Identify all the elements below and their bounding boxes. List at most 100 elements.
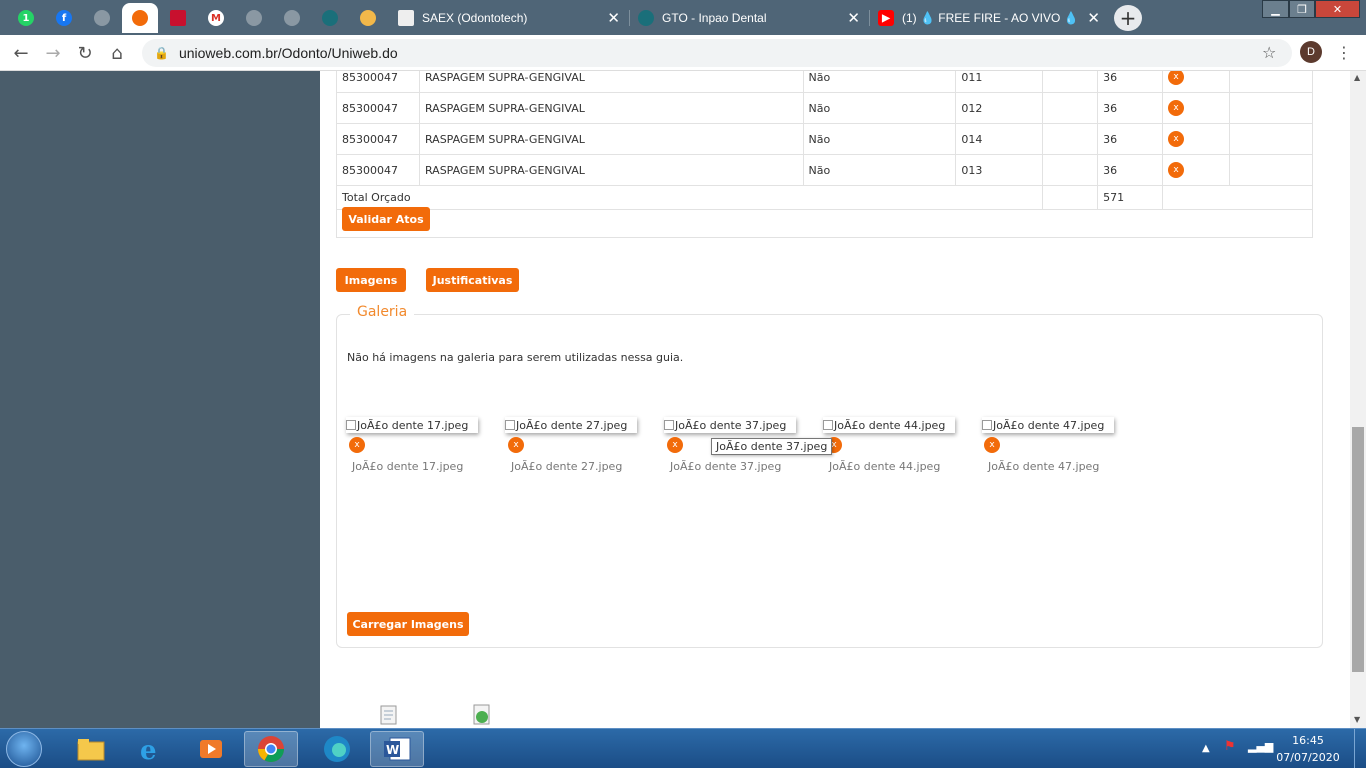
page-scrollbar[interactable]: ▲ ▼ bbox=[1350, 71, 1366, 728]
procedure-code: 85300047 bbox=[336, 123, 420, 155]
procedure-empty-cell bbox=[1229, 123, 1313, 155]
gallery-empty-message: Não há imagens na galeria para serem uti… bbox=[347, 351, 684, 364]
svg-text:e: e bbox=[140, 736, 157, 764]
tab-facebook[interactable]: f bbox=[46, 3, 82, 33]
tab-saex[interactable]: SAEX (Odontotech) ✕ bbox=[390, 3, 628, 33]
remove-procedure-button[interactable]: x bbox=[1168, 131, 1185, 147]
tab-youtube[interactable]: ▶ (1) 💧 FREE FIRE - AO VIVO 💧 BA ✕ bbox=[870, 3, 1108, 33]
scrollbar-thumb[interactable] bbox=[1352, 427, 1364, 672]
gallery-image[interactable]: JoÃ£o dente 44.jpeg bbox=[823, 417, 955, 433]
gallery-image[interactable]: JoÃ£o dente 17.jpeg bbox=[346, 417, 478, 433]
close-window-button[interactable]: ✕ bbox=[1315, 0, 1360, 18]
clock-date[interactable]: 07/07/2020 bbox=[1276, 751, 1340, 764]
remove-image-button[interactable]: x bbox=[667, 437, 683, 453]
scroll-down-arrow-icon[interactable]: ▼ bbox=[1354, 715, 1360, 724]
broken-image-icon bbox=[505, 420, 515, 430]
bookmark-star-icon[interactable]: ☆ bbox=[1262, 43, 1276, 62]
network-warning-icon[interactable]: ⚑ bbox=[1224, 739, 1236, 754]
procedure-value: 36 bbox=[1097, 154, 1164, 186]
tab-globe-1[interactable] bbox=[84, 3, 120, 33]
image-alt-text: JoÃ£o dente 44.jpeg bbox=[834, 418, 946, 432]
table-row: 85300047 RASPAGEM SUPRA-GENGIVAL Não 013… bbox=[336, 154, 1313, 186]
whatsapp-icon: 1 bbox=[18, 10, 34, 26]
image-caption: JoÃ£o dente 17.jpeg bbox=[352, 460, 464, 473]
profile-avatar[interactable]: D bbox=[1300, 41, 1322, 63]
minimize-button[interactable]: ▁ bbox=[1262, 0, 1289, 18]
home-icon[interactable]: ⌂ bbox=[105, 41, 129, 65]
upload-images-button[interactable]: Carregar Imagens bbox=[347, 612, 469, 636]
reload-icon[interactable]: ↻ bbox=[73, 41, 97, 65]
validate-acts-button[interactable]: Validar Atos bbox=[342, 207, 430, 231]
tab-gto[interactable]: GTO - Inpao Dental ✕ bbox=[630, 3, 868, 33]
tab-title: (1) 💧 FREE FIRE - AO VIVO 💧 BA bbox=[902, 11, 1082, 25]
image-caption: JoÃ£o dente 37.jpeg bbox=[670, 460, 782, 473]
remove-image-button[interactable]: x bbox=[984, 437, 1000, 453]
tab-whatsapp[interactable]: 1 bbox=[8, 3, 44, 33]
internet-explorer-icon[interactable]: e bbox=[124, 731, 178, 767]
url-text: unioweb.com.br/Odonto/Uniweb.do bbox=[178, 45, 398, 61]
document-edit-icon[interactable] bbox=[378, 703, 400, 728]
edge-icon[interactable] bbox=[310, 731, 364, 767]
address-bar[interactable]: 🔒 unioweb.com.br/Odonto/Uniweb.do bbox=[142, 39, 1292, 67]
remove-image-button[interactable]: x bbox=[349, 437, 365, 453]
scroll-up-arrow-icon[interactable]: ▲ bbox=[1354, 73, 1360, 82]
show-desktop-button[interactable] bbox=[1354, 729, 1366, 768]
procedure-remove-cell: x bbox=[1162, 71, 1231, 93]
word-icon[interactable]: W bbox=[370, 731, 424, 767]
back-arrow-icon[interactable]: ← bbox=[9, 41, 33, 65]
signal-strength-icon[interactable]: ▂▄▆ bbox=[1248, 740, 1273, 753]
gallery-image[interactable]: JoÃ£o dente 47.jpeg bbox=[982, 417, 1114, 433]
document-approve-icon[interactable] bbox=[471, 703, 493, 728]
gallery-image[interactable]: JoÃ£o dente 37.jpeg bbox=[664, 417, 796, 433]
procedures-table: 85300047 RASPAGEM SUPRA-GENGIVAL Não 011… bbox=[335, 71, 1313, 210]
tab-sun[interactable] bbox=[350, 3, 386, 33]
forward-arrow-icon[interactable]: → bbox=[41, 41, 65, 65]
tab-inpao-small[interactable] bbox=[312, 3, 348, 33]
gallery-fieldset bbox=[336, 314, 1323, 648]
procedure-tooth: 012 bbox=[955, 92, 1044, 124]
procedure-flag: Não bbox=[802, 123, 957, 155]
close-tab-icon[interactable]: ✕ bbox=[847, 9, 860, 27]
file-explorer-icon[interactable] bbox=[64, 731, 118, 767]
tab-globe-2[interactable] bbox=[236, 3, 272, 33]
globe-icon bbox=[284, 10, 300, 26]
new-tab-button[interactable]: + bbox=[1114, 5, 1142, 31]
procedure-empty-cell bbox=[1229, 71, 1313, 93]
browser-menu-icon[interactable]: ⋮ bbox=[1336, 43, 1352, 62]
broken-image-icon bbox=[346, 420, 356, 430]
maximize-button[interactable]: ❐ bbox=[1289, 0, 1315, 18]
procedure-tooth: 011 bbox=[955, 71, 1044, 93]
tab-justifications-button[interactable]: Justificativas bbox=[426, 268, 519, 292]
show-hidden-icons-icon[interactable]: ▲ bbox=[1202, 743, 1210, 754]
image-alt-text: JoÃ£o dente 27.jpeg bbox=[516, 418, 628, 432]
remove-procedure-button[interactable]: x bbox=[1168, 162, 1185, 178]
chrome-icon[interactable] bbox=[244, 731, 298, 767]
procedure-flag: Não bbox=[802, 154, 957, 186]
media-player-icon[interactable] bbox=[184, 731, 238, 767]
tab-images-button[interactable]: Imagens bbox=[336, 268, 406, 292]
tab-globe-3[interactable] bbox=[274, 3, 310, 33]
gallery-image[interactable]: JoÃ£o dente 27.jpeg bbox=[505, 417, 637, 433]
procedure-code: 85300047 bbox=[336, 71, 420, 93]
sun-icon bbox=[360, 10, 376, 26]
table-row: 85300047 RASPAGEM SUPRA-GENGIVAL Não 011… bbox=[336, 71, 1313, 93]
broken-image-icon bbox=[823, 420, 833, 430]
image-tooltip: JoÃ£o dente 37.jpeg bbox=[711, 438, 833, 455]
clock-time[interactable]: 16:45 bbox=[1276, 734, 1340, 747]
close-tab-icon[interactable]: ✕ bbox=[607, 9, 620, 27]
procedure-remove-cell: x bbox=[1162, 123, 1231, 155]
tab-gmail[interactable]: M bbox=[198, 3, 234, 33]
youtube-icon: ▶ bbox=[878, 10, 894, 26]
lock-icon: 🔒 bbox=[154, 46, 169, 60]
table-row: 85300047 RASPAGEM SUPRA-GENGIVAL Não 014… bbox=[336, 123, 1313, 155]
close-tab-icon[interactable]: ✕ bbox=[1087, 9, 1100, 27]
remove-image-button[interactable]: x bbox=[508, 437, 524, 453]
remove-procedure-button[interactable]: x bbox=[1168, 71, 1185, 85]
image-caption: JoÃ£o dente 44.jpeg bbox=[829, 460, 941, 473]
tab-active[interactable] bbox=[122, 3, 158, 33]
windows-taskbar: e W ▲ ⚑ ▂▄▆ 16:45 07/07/2020 bbox=[0, 728, 1366, 768]
remove-procedure-button[interactable]: x bbox=[1168, 100, 1185, 116]
start-button[interactable] bbox=[6, 731, 42, 767]
tab-red-app[interactable] bbox=[160, 3, 196, 33]
procedure-empty-cell bbox=[1229, 92, 1313, 124]
